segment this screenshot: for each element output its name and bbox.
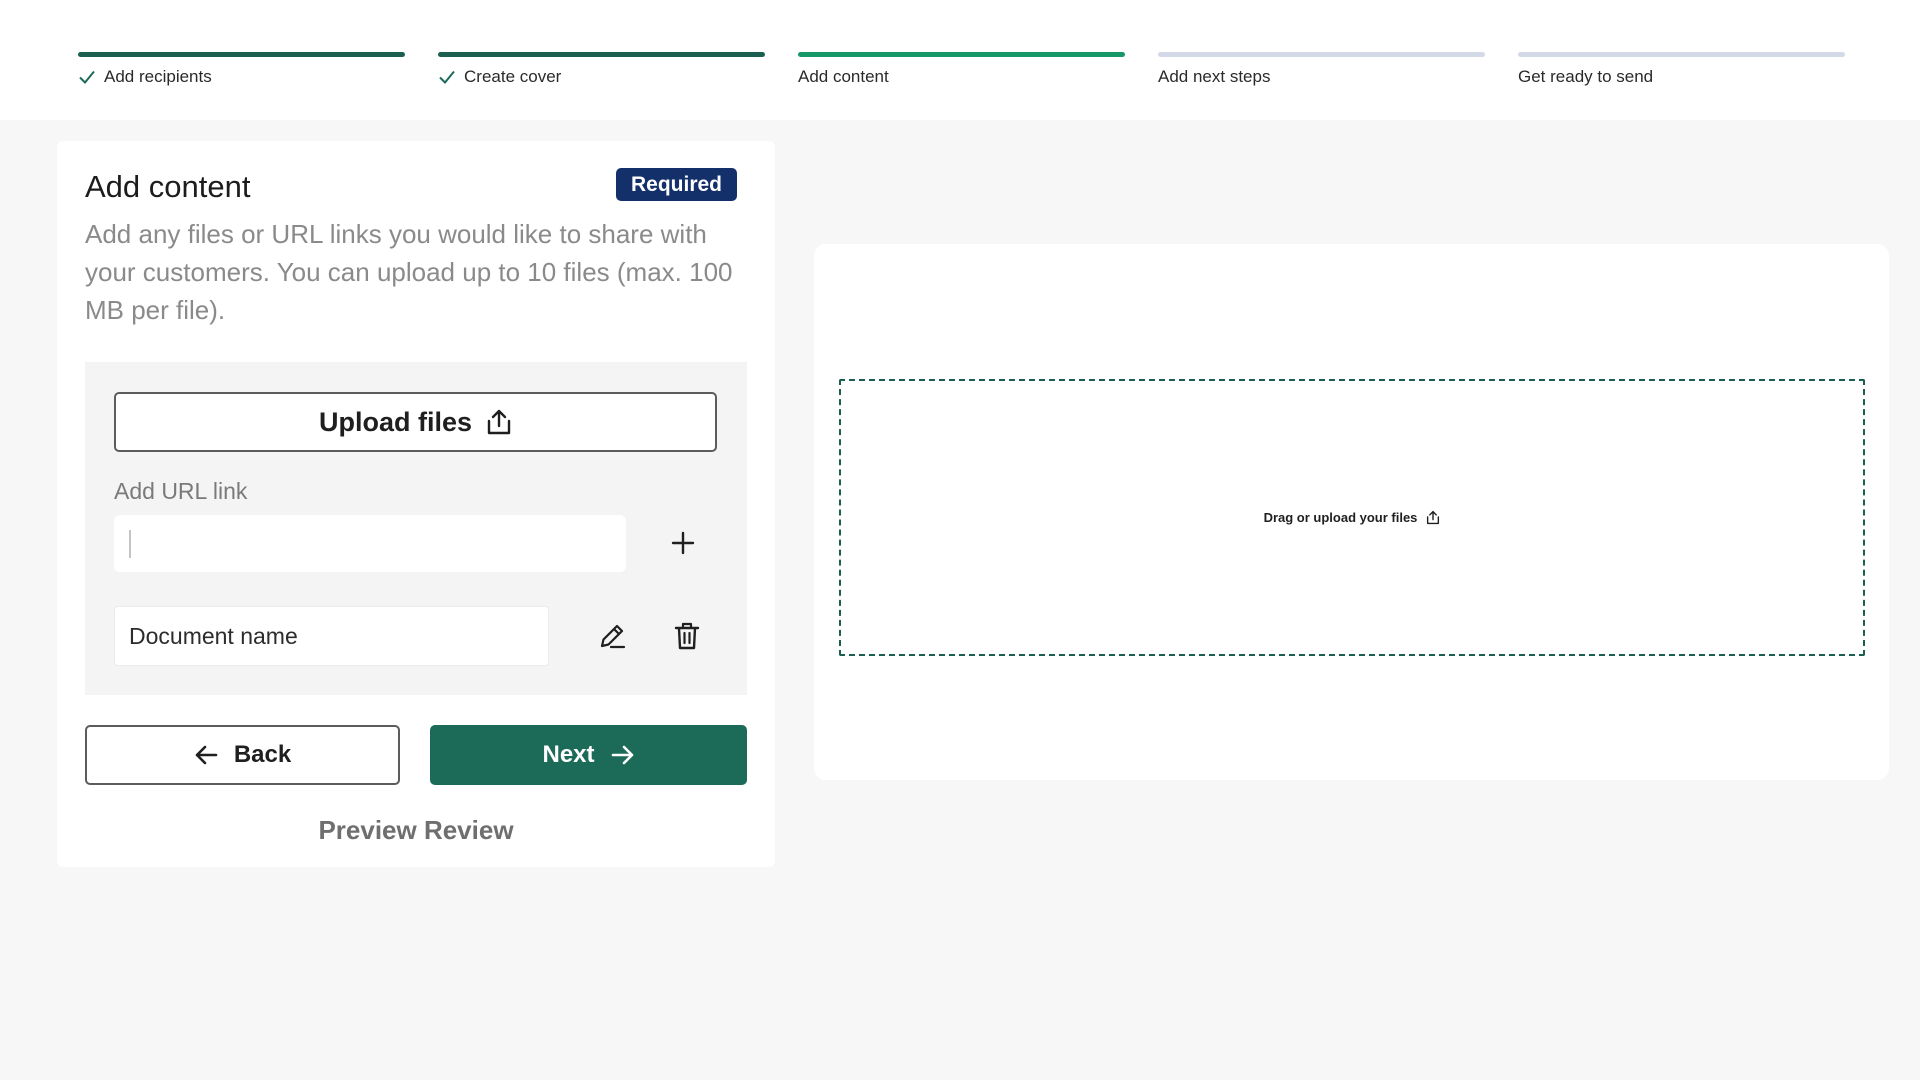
next-button[interactable]: Next	[430, 725, 747, 785]
upload-files-button[interactable]: Upload files	[114, 392, 717, 452]
file-dropzone[interactable]: Drag or upload your files	[839, 379, 1865, 656]
back-label: Back	[233, 741, 292, 768]
step-progress-bar	[438, 52, 765, 57]
arrow-right-icon	[611, 744, 635, 766]
step-create-cover[interactable]: Create cover	[438, 52, 765, 88]
add-content-panel: Add content Required Add any files or UR…	[57, 141, 775, 867]
next-label: Next	[542, 741, 595, 768]
panel-title: Add content	[85, 169, 251, 204]
progress-stepper: Add recipients Create cover Add content …	[0, 0, 1920, 120]
plus-icon	[671, 531, 695, 555]
delete-document-button[interactable]	[670, 619, 704, 653]
dropzone-label: Drag or upload your files	[1263, 510, 1418, 525]
step-label: Create cover	[464, 67, 562, 86]
edit-document-button[interactable]	[595, 619, 629, 653]
text-caret	[129, 529, 131, 558]
step-progress-bar	[78, 52, 405, 57]
step-get-ready-to-send[interactable]: Get ready to send	[1518, 52, 1845, 88]
upload-icon	[1426, 510, 1440, 525]
step-label: Get ready to send	[1518, 67, 1654, 86]
upload-icon	[486, 408, 512, 436]
content-inputs-box: Upload files Add URL link Document name	[85, 362, 747, 695]
upload-files-label: Upload files	[318, 406, 473, 437]
trash-icon	[673, 621, 701, 651]
arrow-left-icon	[194, 744, 218, 766]
step-label: Add recipients	[104, 67, 212, 86]
step-add-next-steps[interactable]: Add next steps	[1158, 52, 1485, 88]
url-link-input[interactable]	[114, 515, 626, 572]
pencil-icon	[597, 621, 627, 651]
checkmark-icon	[438, 68, 456, 86]
panel-description: Add any files or URL links you would lik…	[85, 219, 733, 325]
checkmark-icon	[78, 68, 96, 86]
step-add-content[interactable]: Add content	[798, 52, 1125, 88]
preview-card: Drag or upload your files	[814, 244, 1889, 780]
document-name-text: Document name	[129, 622, 298, 649]
back-button[interactable]: Back	[85, 725, 400, 785]
add-url-button[interactable]	[666, 526, 700, 560]
step-add-recipients[interactable]: Add recipients	[78, 52, 405, 88]
document-name-field[interactable]: Document name	[114, 606, 549, 666]
step-progress-bar	[1158, 52, 1485, 57]
step-label: Add next steps	[1158, 67, 1271, 86]
url-link-label: Add URL link	[114, 478, 248, 504]
step-label: Add content	[798, 67, 889, 86]
preview-review-link[interactable]: Preview Review	[57, 815, 775, 846]
step-progress-bar	[798, 52, 1125, 57]
required-badge: Required	[616, 168, 738, 201]
step-progress-bar	[1518, 52, 1845, 57]
